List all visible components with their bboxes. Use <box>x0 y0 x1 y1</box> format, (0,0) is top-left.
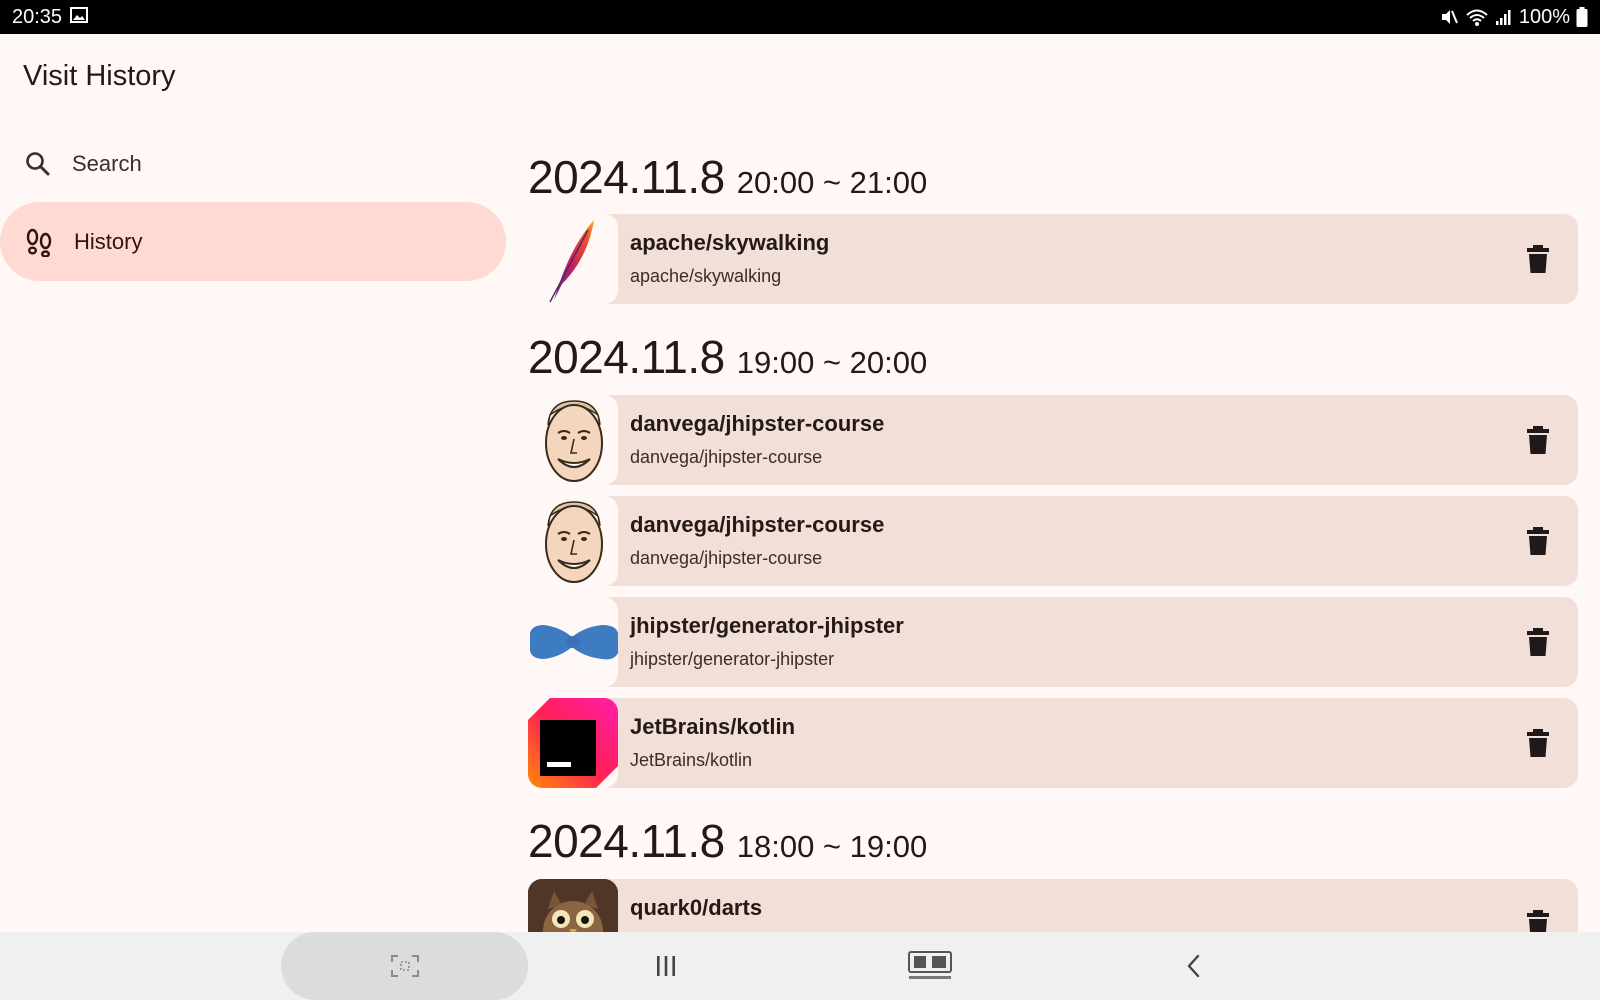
delete-button[interactable] <box>1524 245 1552 273</box>
signal-icon <box>1495 8 1513 26</box>
delete-button[interactable] <box>1524 527 1552 555</box>
history-card[interactable]: apache/skywalking apache/skywalking <box>528 214 1578 304</box>
card-background <box>578 214 1578 304</box>
history-card[interactable]: JetBrains/kotlin JetBrains/kotlin <box>528 698 1578 788</box>
card-background <box>578 698 1578 788</box>
group-header: 2024.11.8 19:00 ~ 20:00 <box>528 330 927 384</box>
caricature-face-icon <box>528 395 618 485</box>
history-card[interactable]: jhipster/generator-jhipster jhipster/gen… <box>528 597 1578 687</box>
delete-button[interactable] <box>1524 910 1552 932</box>
owl-avatar-icon <box>528 879 618 932</box>
gallery-notification-icon <box>70 6 89 29</box>
nav-search-label: Search <box>72 150 142 176</box>
card-title: jhipster/generator-jhipster <box>630 613 904 638</box>
group-time-range: 20:00 ~ 21:00 <box>736 165 928 200</box>
trash-icon <box>1527 910 1549 932</box>
mute-icon <box>1439 7 1459 27</box>
delete-button[interactable] <box>1524 628 1552 656</box>
group-time-range: 18:00 ~ 19:00 <box>736 829 928 864</box>
history-card[interactable]: danvega/jhipster-course danvega/jhipster… <box>528 395 1578 485</box>
card-background <box>578 597 1578 687</box>
jhipster-bowtie-icon <box>528 597 618 687</box>
status-bar: 20:35 100% <box>0 0 1600 34</box>
card-title: apache/skywalking <box>630 230 830 255</box>
back-chevron-icon <box>1187 954 1200 978</box>
battery-icon <box>1576 7 1588 27</box>
trash-icon <box>1527 426 1549 454</box>
group-date: 2024.11.8 <box>528 151 725 203</box>
card-title: danvega/jhipster-course <box>630 512 885 537</box>
recent-apps-icon <box>657 956 675 976</box>
nav-history-label: History <box>74 228 143 254</box>
group-header: 2024.11.8 18:00 ~ 19:00 <box>528 814 927 868</box>
home-button[interactable] <box>870 932 990 1000</box>
status-right: 100% <box>1439 6 1588 29</box>
card-title: quark0/darts <box>630 895 763 920</box>
group-time-range: 19:00 ~ 20:00 <box>736 345 928 380</box>
card-title: danvega/jhipster-course <box>630 411 885 436</box>
history-card[interactable]: danvega/jhipster-course danvega/jhipster… <box>528 496 1578 586</box>
card-background <box>578 496 1578 586</box>
trash-icon <box>1527 729 1549 757</box>
trash-icon <box>1527 245 1549 273</box>
search-icon <box>24 150 52 178</box>
delete-button[interactable] <box>1524 426 1552 454</box>
jetbrains-logo-icon <box>528 698 618 788</box>
card-subtitle: danvega/jhipster-course <box>630 548 823 568</box>
status-time: 20:35 <box>12 5 63 28</box>
card-subtitle: jhipster/generator-jhipster <box>630 649 835 669</box>
screen-capture-icon <box>390 955 419 977</box>
caricature-face-icon <box>528 496 618 586</box>
footprints-icon <box>24 227 54 257</box>
card-subtitle: danvega/jhipster-course <box>630 447 823 467</box>
trash-icon <box>1527 527 1549 555</box>
history-list[interactable]: 2024.11.8 20:00 ~ 21:00 apache/skywalkin… <box>528 140 1578 932</box>
group-date: 2024.11.8 <box>528 331 725 383</box>
back-button[interactable] <box>1134 932 1254 1000</box>
history-card[interactable]: quark0/darts <box>528 879 1578 932</box>
nav-item-history[interactable]: History <box>0 202 506 281</box>
wifi-icon <box>1465 7 1489 27</box>
trash-icon <box>1527 628 1549 656</box>
card-subtitle: apache/skywalking <box>630 266 782 286</box>
page-title: Visit History <box>23 60 176 92</box>
apache-feather-icon <box>528 214 618 304</box>
card-subtitle: JetBrains/kotlin <box>630 750 753 770</box>
card-background <box>578 395 1578 485</box>
screen-capture-button[interactable] <box>281 932 528 1000</box>
delete-button[interactable] <box>1524 729 1552 757</box>
recent-apps-button[interactable] <box>606 932 726 1000</box>
battery-percent: 100% <box>1518 5 1570 28</box>
group-date: 2024.11.8 <box>528 815 725 867</box>
system-nav-bar <box>0 932 1600 1000</box>
home-logo-icon <box>908 951 952 979</box>
group-header: 2024.11.8 20:00 ~ 21:00 <box>528 150 927 204</box>
card-title: JetBrains/kotlin <box>630 714 796 739</box>
status-left: 20:35 <box>12 5 89 29</box>
nav-item-search[interactable]: Search <box>0 124 506 203</box>
